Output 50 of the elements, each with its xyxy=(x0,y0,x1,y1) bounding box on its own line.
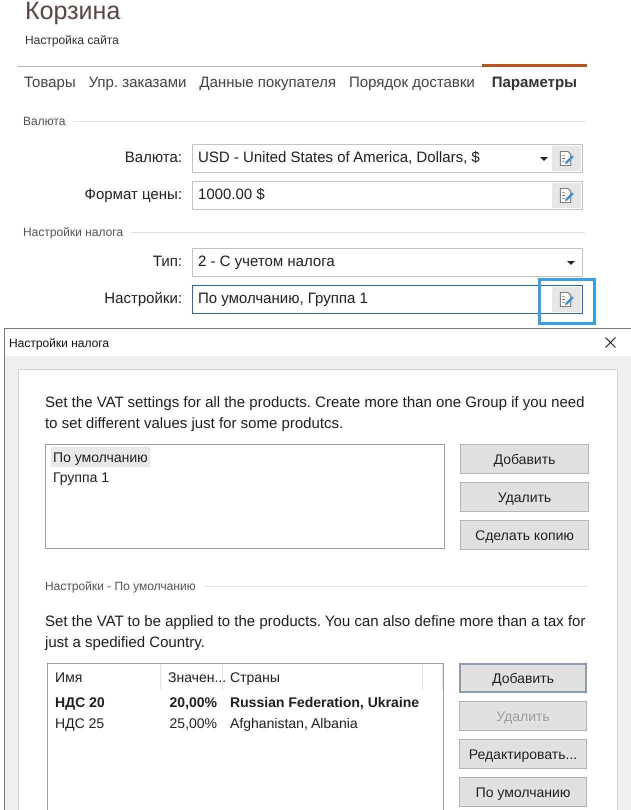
text-field[interactable]: По умолчанию, Группа 1 xyxy=(192,285,583,314)
section-header: Валюта xyxy=(23,113,66,129)
field-label: Валюта: xyxy=(124,148,182,168)
table-cell-text: Afghanistan, Albania xyxy=(229,714,359,733)
table-cell-text: 25,00% xyxy=(168,714,218,733)
table-cell-text: 20,00% xyxy=(168,693,218,712)
caret-down-icon xyxy=(567,260,575,264)
text-field[interactable]: 1000.00 $ xyxy=(192,181,583,210)
tab[interactable]: Товары xyxy=(18,64,82,101)
tab[interactable]: Порядок доставки xyxy=(343,64,481,101)
close-icon xyxy=(604,337,616,348)
group-list[interactable]: По умолчанию Группа 1 xyxy=(45,444,445,549)
section-header: Настройки налога xyxy=(23,224,124,240)
caret-down-icon xyxy=(540,156,548,160)
document-pencil-icon xyxy=(558,187,575,204)
tab[interactable]: Параметры xyxy=(482,64,587,101)
dialog-button[interactable]: Удалить xyxy=(460,482,589,512)
dialog-title: Настройки налога xyxy=(9,334,110,352)
dialog-button[interactable]: Сделать копию xyxy=(460,520,589,550)
dropdown-field[interactable]: 2 - С учетом налога xyxy=(192,248,583,277)
field-label: Тип: xyxy=(152,252,182,272)
dialog-button[interactable]: Редактировать... xyxy=(459,739,587,769)
table-cell-text: НДС 25 xyxy=(54,714,106,733)
edit-button[interactable] xyxy=(552,287,581,312)
page-title: Корзина xyxy=(25,0,120,25)
document-pencil-icon xyxy=(558,291,575,308)
dialog-button[interactable]: Добавить xyxy=(460,444,589,474)
section-header: Настройки - По умолчанию xyxy=(45,578,196,594)
dialog-button[interactable]: Добавить xyxy=(459,663,587,693)
table-cell-text: НДС 20 xyxy=(54,693,106,712)
tab[interactable]: Упр. заказами xyxy=(82,64,192,101)
document-pencil-icon xyxy=(558,150,575,167)
intro-text: Set the VAT settings for all the products. Create more than one Group if you need to set different values just for some produtcs. xyxy=(45,393,586,434)
column-header[interactable]: Имя xyxy=(48,664,161,690)
dropdown-field[interactable]: USD - United States of America, Dollars, $ xyxy=(192,144,583,173)
table-row[interactable]: НДС 25 25,00% Afghanistan, Albania xyxy=(48,713,443,734)
list-item[interactable]: По умолчанию xyxy=(51,447,150,467)
column-header[interactable]: Значен... xyxy=(161,664,223,690)
field-label: Настройки: xyxy=(103,289,182,310)
field-label: Формат цены: xyxy=(84,185,182,206)
column-header[interactable]: Страны xyxy=(223,664,423,690)
tab[interactable]: Данные покупателя xyxy=(193,64,342,101)
dialog-button[interactable]: По умолчанию xyxy=(459,777,587,807)
intro-text: Set the VAT to be applied to the products. You can also define more than a tax for just a spedified Country. xyxy=(45,612,586,653)
edit-button[interactable] xyxy=(552,146,581,171)
table-cell-text: Russian Federation, Ukraine xyxy=(229,693,420,712)
page-subtitle: Настройка сайта xyxy=(25,32,119,48)
edit-button[interactable] xyxy=(552,183,581,208)
list-item[interactable]: Группа 1 xyxy=(51,467,112,487)
table-row[interactable]: НДС 20 20,00% Russian Federation, Ukraine xyxy=(48,692,443,713)
